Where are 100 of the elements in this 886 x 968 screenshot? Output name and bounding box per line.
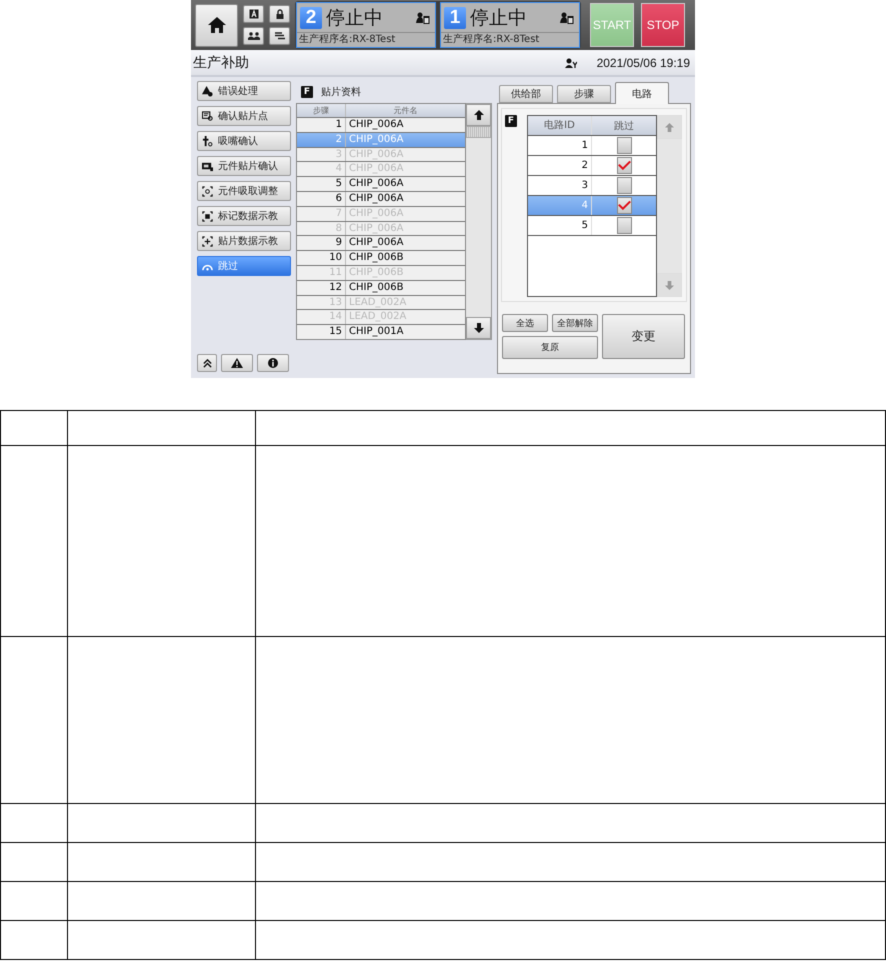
step-cell: 5 [297, 177, 346, 191]
table-row[interactable]: 6 CHIP_006A [297, 190, 466, 206]
table-row[interactable]: 5 [528, 216, 656, 236]
step-cell: 2 [297, 132, 346, 147]
frame-circle-icon [202, 186, 213, 196]
part-cell-text: CHIP_006A [348, 148, 404, 162]
checkbox[interactable] [616, 197, 632, 214]
apply-button[interactable]: 变更 [602, 314, 685, 359]
step-cell: 8 [297, 222, 346, 236]
sidebar-item[interactable]: 确认贴片点 [197, 106, 291, 126]
warning-icon [231, 358, 243, 368]
tab[interactable]: 步骤 [557, 85, 611, 103]
id-cell: 1 [528, 136, 592, 155]
part-cell-text: CHIP_006B [348, 266, 404, 280]
step-cell: 6 [297, 192, 346, 206]
collapse-button[interactable] [197, 354, 217, 372]
scroll-thumb[interactable] [466, 126, 491, 138]
checkbox[interactable] [616, 177, 632, 194]
restore-button[interactable]: 复原 [502, 336, 598, 359]
select-all-button[interactable]: 全选 [502, 314, 548, 332]
id-cell: 5 [528, 216, 592, 235]
checkbox[interactable] [616, 137, 632, 154]
network-button[interactable] [269, 27, 290, 45]
step-cell: 14 [297, 310, 346, 324]
part-cell-text: CHIP_006A [348, 162, 404, 176]
table-row[interactable]: 9 CHIP_006A [297, 235, 466, 250]
home-button[interactable] [195, 4, 238, 46]
letter-box-icon [248, 9, 258, 19]
arrow-up-icon [665, 122, 674, 132]
sidebar-item[interactable]: 错误处理 [197, 81, 291, 101]
section-title: 贴片资料 [321, 86, 361, 99]
frame-square-icon [202, 210, 213, 222]
f-badge: F [301, 86, 313, 98]
id-cell: 3 [528, 176, 592, 195]
table-row[interactable]: 15 CHIP_001A [297, 324, 466, 339]
tab[interactable]: 电路 [615, 82, 669, 104]
frame-cross-icon [202, 236, 213, 246]
user-icon [564, 58, 577, 68]
table-row[interactable]: 2 [528, 156, 656, 176]
scroll-up-button[interactable] [466, 104, 491, 126]
lock-button[interactable] [269, 5, 290, 23]
part-cell-text: CHIP_006B [348, 280, 404, 295]
screen-title: 生产补助 [193, 54, 250, 72]
id-cell: 2 [528, 156, 592, 175]
users-button[interactable] [243, 27, 264, 45]
sidebar-item[interactable]: 元件贴片确认 [197, 156, 291, 176]
part-cell-text: CHIP_006A [348, 132, 404, 147]
column-header: 步骤 [297, 104, 346, 117]
info-button[interactable] [257, 354, 289, 372]
step-cell: 7 [297, 206, 346, 221]
lock-icon [274, 9, 284, 19]
check-icon [618, 160, 630, 171]
program-name: 生产程序名:RX-8Test [442, 33, 540, 47]
step-cell: 15 [297, 325, 346, 339]
program-name: 生产程序名:RX-8Test [298, 33, 396, 47]
checkbox[interactable] [616, 217, 632, 234]
table-row[interactable]: 5 CHIP_006A [297, 176, 466, 191]
users-icon [248, 32, 260, 40]
double-chevron-up-icon [202, 358, 212, 368]
step-cell: 12 [297, 280, 346, 295]
station-number: 2 [300, 6, 322, 28]
table-row[interactable]: 10 CHIP_006B [297, 250, 466, 265]
checkbox[interactable] [616, 157, 632, 174]
stop-button[interactable]: STOP [641, 3, 685, 47]
column-header: 电路ID [528, 116, 592, 135]
home-icon [206, 16, 226, 34]
sidebar-item[interactable]: 标记数据示教 [197, 206, 291, 226]
step-cell: 11 [297, 266, 346, 280]
scroll-down-button[interactable] [466, 316, 491, 339]
table-row[interactable]: 12 CHIP_006B [297, 280, 466, 295]
id-cell: 4 [528, 196, 592, 215]
station-number: 1 [444, 6, 466, 28]
step-cell: 13 [297, 296, 346, 310]
part-cell-text: CHIP_006B [348, 251, 404, 265]
step-cell: 4 [297, 162, 346, 176]
sidebar-item[interactable]: 吸嘴确认 [197, 131, 291, 151]
figure-clipboard-icon [416, 12, 430, 24]
warning-button[interactable] [221, 354, 253, 372]
sidebar-item[interactable]: 贴片数据示教 [197, 231, 291, 251]
part-cell-text: CHIP_001A [348, 325, 404, 339]
station-panel[interactable]: 2 停止中 生产程序名:RX-8Test [296, 2, 436, 48]
step-cell: 3 [297, 148, 346, 162]
table-row[interactable]: 1 [528, 136, 656, 156]
sidebar-item[interactable]: 元件吸取调整 [197, 181, 291, 201]
info-icon [268, 358, 278, 368]
station-status: 停止中 [326, 6, 384, 30]
tab[interactable]: 供给部 [499, 85, 553, 103]
arrow-up-icon [474, 110, 484, 120]
mode-button[interactable] [243, 5, 264, 23]
lines-icon [274, 32, 286, 40]
part-cell-text: CHIP_006A [348, 177, 404, 191]
step-cell: 10 [297, 251, 346, 265]
column-header: 元件名 [392, 105, 419, 117]
station-status: 停止中 [470, 6, 528, 30]
part-cell-text: CHIP_006A [348, 222, 404, 236]
step-cell: 9 [297, 236, 346, 250]
clear-all-button[interactable]: 全部解除 [552, 314, 598, 332]
check-icon [618, 200, 630, 211]
column-header: 跳过 [613, 120, 635, 134]
station-panel[interactable]: 1 停止中 生产程序名:RX-8Test [440, 2, 580, 48]
